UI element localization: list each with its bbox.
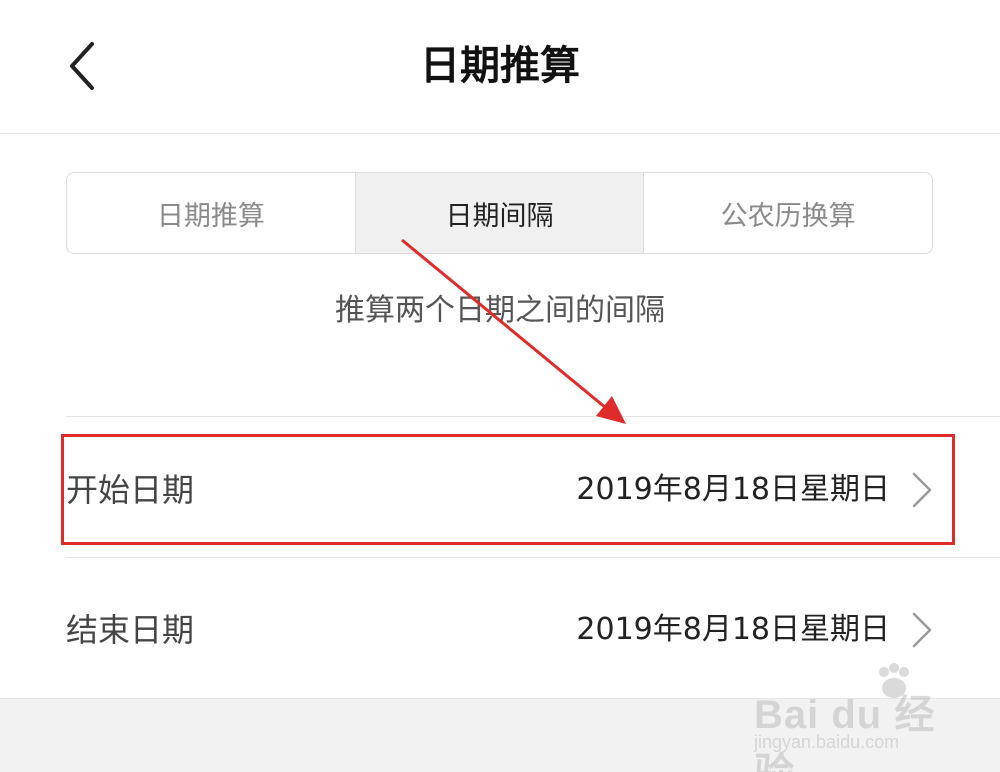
chevron-right-icon: [912, 612, 932, 648]
tab-date-interval[interactable]: 日期间隔: [355, 173, 645, 253]
divider: [66, 416, 1000, 417]
start-date-label: 开始日期: [66, 471, 195, 509]
baidu-jingyan-watermark: Bai du 经验 jingyan.baidu.com: [754, 662, 944, 772]
description-text: 推算两个日期之间的间隔: [335, 293, 665, 328]
start-date-row[interactable]: 开始日期 2019年8月18日星期日: [66, 430, 936, 550]
watermark-url: jingyan.baidu.com: [754, 732, 900, 752]
watermark-brand: Bai du 经验: [754, 693, 936, 772]
header-bar: 日期推算: [0, 0, 1000, 134]
end-date-label: 结束日期: [66, 611, 195, 649]
start-date-value: 2019年8月18日星期日: [576, 472, 890, 507]
mode-tabs: 日期推算 日期间隔 公农历换算: [66, 172, 933, 254]
tab-lunar-conversion[interactable]: 公农历换算: [644, 173, 932, 253]
page-title: 日期推算: [420, 43, 580, 89]
tab-date-calc[interactable]: 日期推算: [67, 173, 356, 253]
chevron-right-icon: [912, 472, 932, 508]
divider: [66, 557, 1000, 558]
